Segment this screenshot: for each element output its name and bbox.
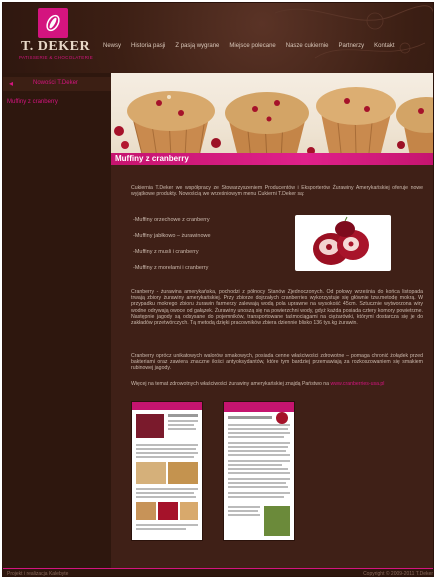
leaflet-thumbnail-2[interactable]: [223, 401, 295, 541]
page-frame: T. DEKER PATISSERIE & CHOCOLATERIE Newsy…: [2, 2, 434, 577]
page-title: Muffiny z cranberry: [115, 154, 189, 163]
nav-item-partnerzy[interactable]: Partnerzy: [338, 43, 364, 49]
product-item: -Muffiny z morelami i cranberry: [133, 265, 209, 271]
sidebar-item-muffiny[interactable]: Muffiny z cranberry: [7, 99, 58, 105]
brand-tagline: PATISSERIE & CHOCOLATERIE: [19, 55, 94, 60]
main-nav: Newsy Historia pasji Z pasją wygrane Mie…: [103, 43, 405, 49]
health-paragraph: Cranberry oprócz unikatowych walorów sma…: [131, 353, 423, 372]
cranberry-paragraph: Cranberry - żurawina amerykańska, pochod…: [131, 289, 423, 327]
more-info-paragraph: Więcej na temat zdrowotnych właściwości …: [131, 381, 423, 387]
footer: Projekt i realizacja Kalebyte Copyright …: [3, 568, 433, 577]
nav-item-historia-pasji[interactable]: Historia pasji: [131, 43, 165, 49]
cranberries-link[interactable]: www.cranberries-usa.pl: [331, 381, 385, 387]
nav-item-kontakt[interactable]: Kontakt: [374, 43, 394, 49]
product-item: -Muffiny orzechowe z cranberry: [133, 217, 210, 223]
sidebar: ◂ Nowości T.Deker Muffiny z cranberry: [3, 73, 111, 568]
nav-item-nasze-cukiernie[interactable]: Nasze cukiernie: [286, 43, 329, 49]
footer-credits[interactable]: Projekt i realizacja Kalebyte: [7, 571, 68, 576]
arrow-left-icon: ◂: [9, 79, 14, 88]
product-item: -Muffiny z musli i cranberry: [133, 249, 199, 255]
logo-icon[interactable]: [38, 8, 68, 38]
sidebar-back-label: Nowości T.Deker: [33, 80, 78, 86]
product-item: -Muffiny jabłkowo – żurawinowe: [133, 233, 211, 239]
banner-image-muffins: [111, 73, 433, 165]
page-title-bar: Muffiny z cranberry: [111, 153, 433, 165]
nav-item-miejsce-polecane[interactable]: Miejsce polecane: [229, 43, 275, 49]
nav-item-z-pasja-wygrane[interactable]: Z pasją wygrane: [175, 43, 219, 49]
nav-item-newsy[interactable]: Newsy: [103, 43, 121, 49]
more-info-text: Więcej na temat zdrowotnych właściwości …: [131, 381, 330, 387]
header: T. DEKER PATISSERIE & CHOCOLATERIE Newsy…: [3, 3, 433, 73]
header-swirl-decoration: [274, 5, 433, 59]
main-content: Cukiernia T.Deker we współpracy ze Stowa…: [111, 165, 433, 568]
brand-name[interactable]: T. DEKER: [21, 39, 90, 55]
cranberry-photo: [295, 215, 391, 271]
sidebar-back-link[interactable]: ◂ Nowości T.Deker: [3, 77, 111, 91]
footer-copyright: Copyright © 2009-2011 T.Deker: [363, 571, 433, 577]
intro-paragraph: Cukiernia T.Deker we współpracy ze Stowa…: [131, 185, 423, 198]
leaflet-thumbnail-1[interactable]: [131, 401, 203, 541]
